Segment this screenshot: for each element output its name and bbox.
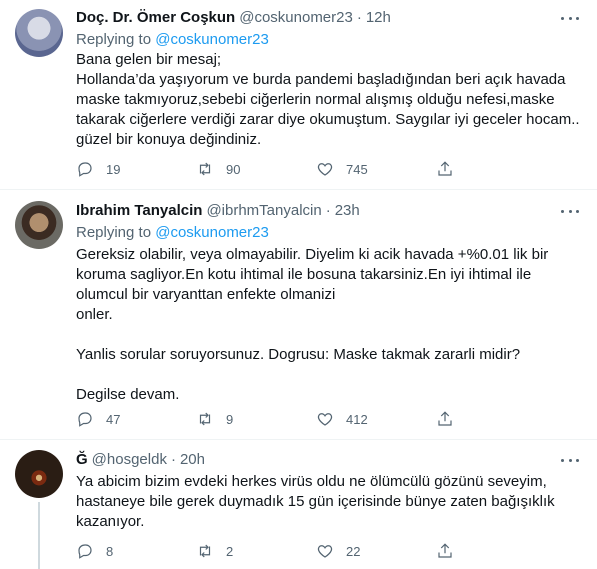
share-icon <box>438 411 452 426</box>
author-name[interactable]: Ibrahim Tanyalcin <box>76 201 202 221</box>
separator: · <box>325 202 331 219</box>
retweet-count: 2 <box>226 543 234 559</box>
share-icon <box>438 161 452 176</box>
like-button[interactable]: 745 <box>316 160 436 178</box>
separator: · <box>356 9 362 26</box>
reply-button[interactable]: 8 <box>76 542 196 560</box>
retweet-icon <box>199 412 211 426</box>
reply-icon <box>78 544 92 559</box>
tweet-text: Gereksiz olabilir, veya olmayabilir. Diy… <box>76 246 549 403</box>
timestamp[interactable]: 20h <box>180 450 205 470</box>
like-button[interactable]: 412 <box>316 410 436 428</box>
reply-count: 8 <box>106 543 114 559</box>
like-count: 745 <box>346 161 368 177</box>
reply-icon <box>78 412 92 427</box>
author-name[interactable]: Ğ <box>76 450 88 470</box>
separator: · <box>170 451 176 468</box>
tweet[interactable]: Ğ @hosgeldk · 20h Ya abicim bizim evdeki… <box>0 440 597 569</box>
tweet[interactable]: Ibrahim Tanyalcin @ibrhmTanyalcin · 23h … <box>0 190 597 440</box>
author-handle[interactable]: @ibrhmTanyalcin <box>206 201 321 221</box>
share-button[interactable] <box>436 542 456 560</box>
reply-icon <box>78 162 92 177</box>
author-handle[interactable]: @hosgeldk <box>92 450 167 470</box>
like-button[interactable]: 22 <box>316 542 436 560</box>
retweet-icon <box>199 544 211 558</box>
replying-to-link[interactable]: @coskunomer23 <box>155 31 269 48</box>
retweet-count: 9 <box>226 411 234 427</box>
timestamp[interactable]: 12h <box>366 8 391 28</box>
like-icon <box>317 413 333 426</box>
replying-to-label: Replying to <box>76 31 156 48</box>
reply-count: 19 <box>106 161 121 177</box>
retweet-button[interactable]: 2 <box>196 542 316 560</box>
tweet-actions: 19 90 745 <box>76 159 516 179</box>
replying-to: Replying to @coskunomer23 <box>76 30 585 50</box>
thread-line <box>38 502 40 569</box>
replying-to-label: Replying to <box>76 224 156 241</box>
timestamp[interactable]: 23h <box>335 201 360 221</box>
retweet-button[interactable]: 90 <box>196 160 316 178</box>
tweet-text: Bana gelen bir mesaj; Hollanda’da yaşıyo… <box>76 51 580 148</box>
tweet-actions: 47 9 412 <box>76 409 516 429</box>
tweet-text: Ya abicim bizim evdeki herkes virüs oldu… <box>76 473 555 530</box>
share-button[interactable] <box>436 410 456 428</box>
share-icon <box>438 543 452 558</box>
tweet[interactable]: Doç. Dr. Ömer Coşkun @coskunomer23 · 12h… <box>0 0 597 190</box>
like-icon <box>317 545 333 558</box>
like-count: 22 <box>346 543 361 559</box>
replying-to-link[interactable]: @coskunomer23 <box>155 224 269 241</box>
avatar[interactable] <box>15 201 63 249</box>
retweet-icon <box>199 162 211 176</box>
retweet-button[interactable]: 9 <box>196 410 316 428</box>
reply-button[interactable]: 19 <box>76 160 196 178</box>
retweet-count: 90 <box>226 161 241 177</box>
author-handle[interactable]: @coskunomer23 <box>239 8 353 28</box>
replying-to: Replying to @coskunomer23 <box>76 223 585 243</box>
tweet-actions: 8 2 22 <box>76 541 516 561</box>
avatar[interactable] <box>15 9 63 57</box>
reply-count: 47 <box>106 411 121 427</box>
like-count: 412 <box>346 411 368 427</box>
reply-button[interactable]: 47 <box>76 410 196 428</box>
like-icon <box>317 163 333 176</box>
avatar[interactable] <box>15 450 63 498</box>
author-name[interactable]: Doç. Dr. Ömer Coşkun <box>76 8 235 28</box>
share-button[interactable] <box>436 160 456 178</box>
